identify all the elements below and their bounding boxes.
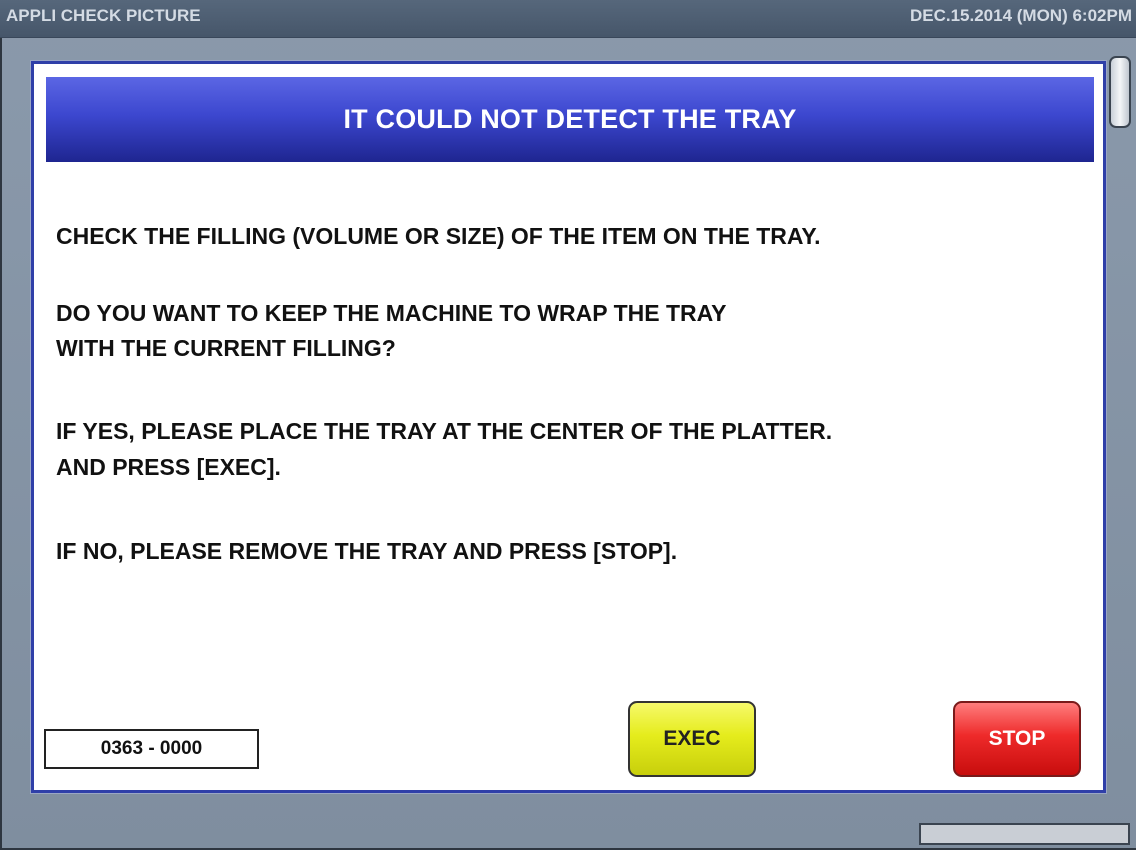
datetime: DEC.15.2014 (MON) 6:02PM xyxy=(909,6,1132,25)
status-slot xyxy=(919,823,1130,845)
error-code: 0363 - 0000 xyxy=(44,729,259,769)
message-line-1: CHECK THE FILLING (VOLUME OR SIZE) OF TH… xyxy=(56,223,821,249)
exec-button[interactable]: EXEC xyxy=(628,701,756,777)
message-line-5: AND PRESS [EXEC]. xyxy=(56,454,281,480)
message-line-6: IF NO, PLEASE REMOVE THE TRAY AND PRESS … xyxy=(56,538,678,564)
dialog-header: IT COULD NOT DETECT THE TRAY xyxy=(46,77,1094,162)
app-title: APPLI CHECK PICTURE xyxy=(6,6,201,25)
error-dialog: IT COULD NOT DETECT THE TRAY CHECK THE F… xyxy=(31,61,1106,793)
title-bar: APPLI CHECK PICTURE DEC.15.2014 (MON) 6:… xyxy=(0,0,1136,38)
scrollbar-thumb[interactable] xyxy=(1109,56,1131,128)
message-line-4: IF YES, PLEASE PLACE THE TRAY AT THE CEN… xyxy=(56,418,833,444)
dialog-title: IT COULD NOT DETECT THE TRAY xyxy=(343,104,797,134)
message-line-2: DO YOU WANT TO KEEP THE MACHINE TO WRAP … xyxy=(56,300,727,326)
stop-button[interactable]: STOP xyxy=(953,701,1081,777)
message-line-3: WITH THE CURRENT FILLING? xyxy=(56,335,396,361)
